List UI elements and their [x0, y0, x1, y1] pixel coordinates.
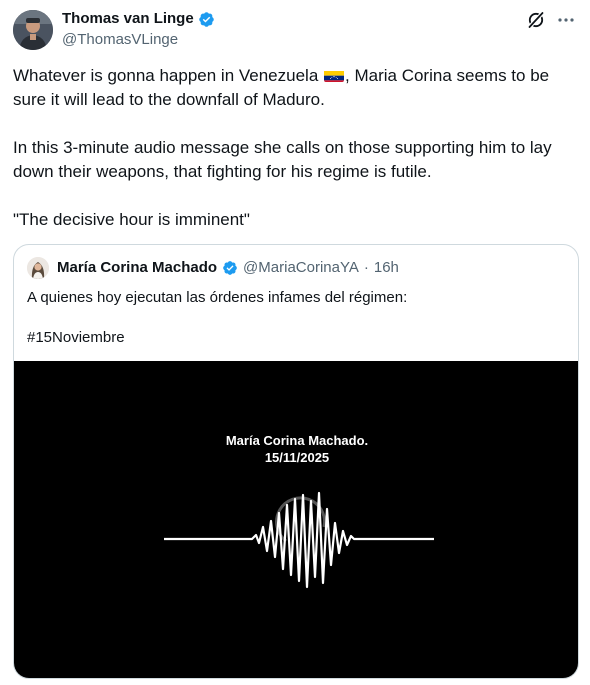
quoted-author-handle[interactable]: @MariaCorinaYA — [243, 258, 359, 278]
quoted-author-avatar[interactable] — [27, 257, 49, 279]
waveform-icon — [164, 491, 434, 589]
verified-badge-icon — [222, 260, 238, 276]
media-date: 15/11/2025 — [264, 450, 330, 465]
hashtag-link[interactable]: #15Noviembre — [27, 328, 567, 348]
grok-icon[interactable] — [526, 10, 546, 30]
author-info: Thomas van Linge @ThomasVLinge — [62, 9, 215, 50]
tweet-text-part: Whatever is gonna happen in Venezuela — [13, 66, 319, 85]
author-handle[interactable]: @ThomasVLinge — [62, 30, 215, 50]
media-title: María Corina Machado. — [225, 433, 369, 448]
tweet[interactable]: Thomas van Linge @ThomasVLinge Whatever … — [0, 0, 590, 685]
author-display-name[interactable]: Thomas van Linge — [62, 9, 194, 29]
tweet-paragraph-2: In this 3-minute audio message she calls… — [13, 138, 552, 181]
quoted-author-display-name[interactable]: María Corina Machado — [57, 258, 217, 278]
quoted-tweet-header: María Corina Machado @MariaCorinaYA · 16… — [27, 257, 399, 279]
more-options-icon[interactable] — [556, 10, 576, 30]
quoted-tweet[interactable]: María Corina Machado @MariaCorinaYA · 16… — [13, 244, 579, 679]
tweet-paragraph-1: Whatever is gonna happen in Venezuela , … — [13, 64, 573, 112]
separator-dot: · — [363, 259, 369, 276]
quoted-tweet-time[interactable]: 16h — [374, 258, 399, 278]
quoted-tweet-line: A quienes hoy ejecutan las órdenes infam… — [27, 289, 408, 306]
verified-badge-icon — [198, 11, 215, 28]
quoted-tweet-text: A quienes hoy ejecutan las órdenes infam… — [27, 288, 567, 368]
venezuela-flag-icon — [324, 68, 345, 82]
tweet-top-actions — [526, 10, 576, 30]
tweet-paragraph-3: "The decisive hour is imminent" — [13, 210, 250, 229]
author-avatar[interactable] — [13, 10, 53, 50]
tweet-text: Whatever is gonna happen in Venezuela , … — [13, 64, 573, 256]
audio-media[interactable]: María Corina Machado. 15/11/2025 — [14, 361, 578, 678]
